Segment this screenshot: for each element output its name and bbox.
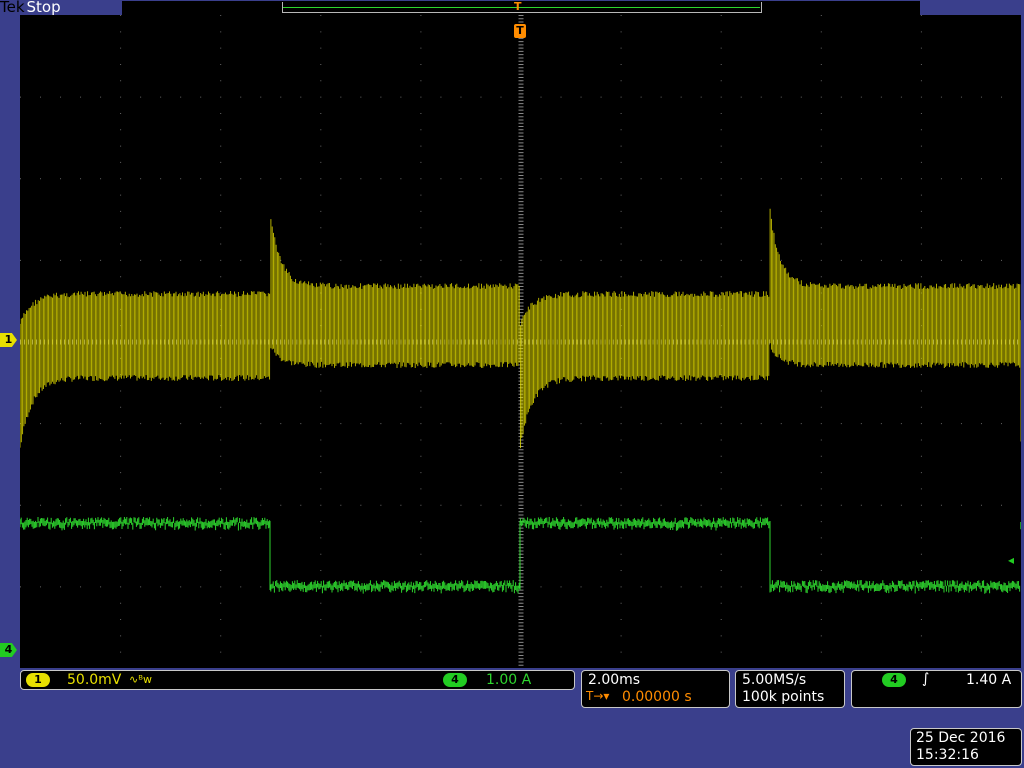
date-label: 25 Dec 2016 xyxy=(916,730,1006,746)
ch1-offset-marker[interactable]: 1 xyxy=(0,333,17,347)
ch1-scale: 50.0mV xyxy=(67,672,122,688)
ch4-offset-marker[interactable]: 4 xyxy=(0,643,17,657)
rising-edge-icon: ∫ xyxy=(922,671,930,687)
ch4-badge[interactable]: 4 xyxy=(443,673,467,687)
channel-readout-panel[interactable]: 1 50.0mV ∿ᴮw 4 1.00 A xyxy=(20,670,575,690)
trigger-level-marker[interactable]: ◂ xyxy=(1008,553,1014,567)
time-label: 15:32:16 xyxy=(916,747,979,763)
trigger-position-marker[interactable]: T xyxy=(514,24,526,38)
record-view-window[interactable] xyxy=(282,2,762,13)
bandwidth-limit-icon: ∿ᴮw xyxy=(129,673,152,686)
ch1-badge[interactable]: 1 xyxy=(26,673,50,687)
ch4-scale: 1.00 A xyxy=(486,672,532,688)
waveform-display[interactable] xyxy=(19,15,1022,669)
ch1-waveform xyxy=(19,208,1022,449)
trigger-source-badge[interactable]: 4 xyxy=(882,673,906,687)
brand-label: Tek Stop xyxy=(0,0,61,16)
clock-panel: 25 Dec 2016 15:32:16 xyxy=(910,728,1022,766)
trigger-position-small-marker: T xyxy=(514,0,522,13)
brand-name: Tek xyxy=(0,0,25,16)
trigger-level: 1.40 A xyxy=(966,672,1012,688)
timebase-panel[interactable]: 2.00ms T→▾ 0.00000 s xyxy=(581,670,730,708)
sample-rate: 5.00MS/s xyxy=(742,672,807,688)
waveform-graticule xyxy=(19,15,1022,669)
record-length: 100k points xyxy=(742,689,825,705)
top-bar: Tek Stop xyxy=(0,0,1024,16)
trigger-panel[interactable]: 4 ∫ 1.40 A xyxy=(851,670,1022,708)
horizontal-scale: 2.00ms xyxy=(588,672,641,688)
ch4-waveform xyxy=(19,517,1022,594)
acquisition-panel[interactable]: 5.00MS/s 100k points xyxy=(735,670,845,708)
acquisition-status: Stop xyxy=(26,0,61,16)
trigger-delay-icon: T→▾ xyxy=(586,689,610,703)
trigger-delay-value: 0.00000 s xyxy=(622,689,692,705)
